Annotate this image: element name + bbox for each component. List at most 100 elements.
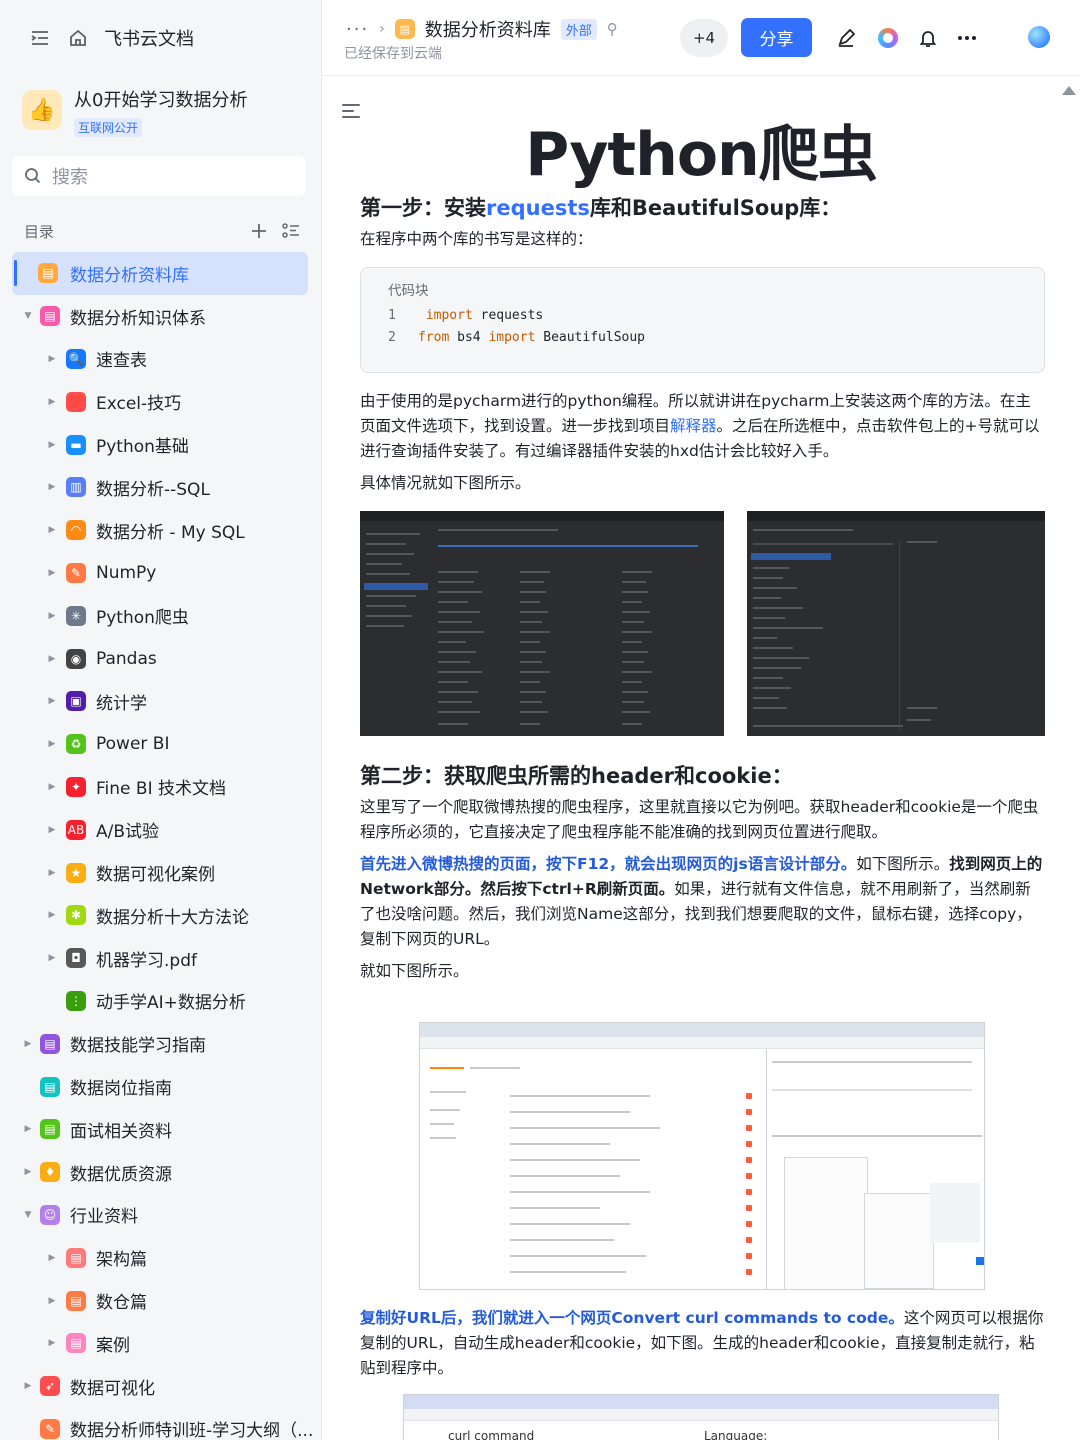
toc-item-label: 数据分析--SQL — [96, 479, 210, 500]
app-title[interactable]: 飞书云文档 — [104, 25, 194, 51]
toc-item[interactable]: ▶ ➶ 数据可视化 — [0, 1365, 321, 1408]
chevron-right-icon[interactable]: ▶ — [46, 909, 58, 921]
chevron-right-icon[interactable]: ▶ — [22, 1038, 34, 1050]
chevron-right-icon[interactable]: ▶ — [46, 567, 58, 579]
add-page-icon[interactable] — [250, 222, 268, 240]
toc-item[interactable]: ▤ 数据分析资料库 — [12, 252, 308, 295]
toc-item[interactable]: ▶ ▤ 案例 — [0, 1322, 321, 1365]
chevron-down-icon[interactable]: ▼ — [22, 1209, 34, 1221]
toc-item-label: Power BI — [96, 734, 170, 755]
chevron-right-icon[interactable]: ▶ — [46, 738, 58, 750]
interpreter-link[interactable]: 解释器 — [670, 417, 717, 435]
toc-item[interactable]: ▶ ▬ Python基础 — [0, 423, 321, 466]
chevron-down-icon[interactable]: ▼ — [22, 310, 34, 322]
user-avatar[interactable] — [1028, 26, 1050, 48]
edit-icon[interactable] — [833, 25, 859, 51]
toc-item[interactable]: ▶ ♦ 数据优质资源 — [0, 1151, 321, 1194]
toc-list-icon[interactable] — [282, 222, 300, 240]
chevron-right-icon[interactable]: ▶ — [46, 824, 58, 836]
step1-heading: 第一步：安装requests库和BeautifulSoup库： — [360, 192, 841, 222]
chevron-right-icon[interactable]: ▶ — [46, 610, 58, 622]
toc-item[interactable]: ▶ ▣ 统计学 — [0, 680, 321, 723]
toc-item-label: Python基础 — [96, 437, 189, 458]
toc-item[interactable]: ⋮ 动手学AI+数据分析 — [0, 980, 321, 1023]
toc-item[interactable]: ▼ ☺ 行业资料 — [0, 1194, 321, 1237]
ab-icon: AB — [66, 819, 86, 840]
toc-item[interactable]: ▶ ✱ 数据分析十大方法论 — [0, 894, 321, 937]
ai-assistant-icon[interactable] — [878, 28, 898, 48]
toc-item[interactable]: ▶ ▤ 数据技能学习指南 — [0, 1022, 321, 1065]
toc-item[interactable]: ▶ ▤ 架构篇 — [0, 1236, 321, 1279]
scroll-up-icon[interactable] — [1062, 86, 1076, 95]
toc-item[interactable]: ▶ 💯 Excel-技巧 — [0, 380, 321, 423]
toc-item-label: 面试相关资料 — [70, 1121, 172, 1142]
robot-icon: ◘ — [66, 948, 86, 969]
toc-item[interactable]: ▶ ◘ 机器学习.pdf — [0, 937, 321, 980]
doc-icon: ▤ — [40, 1076, 60, 1097]
toc-item[interactable]: ▼ ▤ 数据分析知识体系 — [0, 295, 321, 338]
toc-item[interactable]: ▶ ✳ Python爬虫 — [0, 594, 321, 637]
chevron-right-icon[interactable]: ▶ — [46, 1252, 58, 1264]
chevron-right-icon — [22, 1081, 34, 1093]
more-breadcrumb-icon[interactable]: ··· — [346, 19, 369, 40]
toc-item[interactable]: ▤ 数据岗位指南 — [0, 1065, 321, 1108]
chevron-right-icon — [22, 1423, 34, 1435]
chevron-right-icon[interactable]: ▶ — [46, 781, 58, 793]
chevron-right-icon[interactable]: ▶ — [22, 1380, 34, 1392]
sidebar: 飞书云文档 👍 从0开始学习数据分析 互联网公开 搜索 目录 ▤ 数据分析资料库 ▼… — [0, 0, 322, 1440]
pycharm-settings-screenshot — [360, 511, 724, 736]
notification-bell-icon[interactable] — [915, 25, 941, 51]
chevron-right-icon[interactable]: ▶ — [46, 353, 58, 365]
toc-item[interactable]: ✎ 数据分析师特训班-学习大纲（... — [0, 1408, 321, 1440]
toc-item[interactable]: ▶ AB A/B试验 — [0, 808, 321, 851]
chevron-right-icon[interactable]: ▶ — [46, 867, 58, 879]
toc-item[interactable]: ▶ 🔍 速查表 — [0, 338, 321, 381]
search-placeholder: 搜索 — [52, 167, 88, 188]
code-block[interactable]: 代码块 1 import requests 2 from bs4 import B… — [360, 267, 1045, 373]
chevron-right-icon[interactable]: ▶ — [46, 952, 58, 964]
step1-intro: 在程序中两个库的书写是这样的： — [360, 230, 593, 248]
weibo-devtools-screenshot — [419, 1022, 985, 1290]
toc-item[interactable]: ▶ ◉ Pandas — [0, 637, 321, 680]
doc-icon: ▤ — [40, 1033, 60, 1054]
chevron-right-icon[interactable]: ▶ — [46, 481, 58, 493]
doc-icon: ▤ — [394, 19, 415, 39]
bar-chart-icon: ▥ — [66, 477, 86, 498]
toc-item[interactable]: ▶ ▤ 面试相关资料 — [0, 1108, 321, 1151]
toc-item[interactable]: ▶ ✎ NumPy — [0, 552, 321, 595]
toc-item[interactable]: ▶ ◠ 数据分析 - My SQL — [0, 509, 321, 552]
chevron-right-icon[interactable]: ▶ — [46, 1295, 58, 1307]
ghost-icon: ☺ — [40, 1204, 60, 1225]
space-card[interactable]: 👍 从0开始学习数据分析 互联网公开 — [22, 84, 247, 137]
search-input[interactable]: 搜索 — [12, 156, 306, 196]
requests-link[interactable]: requests — [486, 196, 590, 220]
breadcrumb-title[interactable]: 数据分析资料库 — [425, 16, 551, 42]
toc-item-label: Pandas — [96, 648, 157, 669]
sparkle-icon: ✱ — [66, 905, 86, 926]
chevron-right-icon[interactable]: ▶ — [46, 1337, 58, 1349]
chevron-right-icon[interactable]: ▶ — [46, 524, 58, 536]
step1-suffix: 库和BeautifulSoup库： — [589, 196, 842, 220]
collapse-sidebar-icon[interactable] — [28, 26, 52, 50]
toc-item[interactable]: ▶ ★ 数据可视化案例 — [0, 851, 321, 894]
home-icon[interactable] — [66, 26, 90, 50]
toc-item[interactable]: ▶ ▥ 数据分析--SQL — [0, 466, 321, 509]
pin-icon[interactable]: ⚲ — [607, 20, 618, 38]
search-icon — [25, 168, 41, 184]
collaborators-count[interactable]: +4 — [680, 19, 728, 57]
chevron-right-icon[interactable]: ▶ — [46, 439, 58, 451]
chevron-right-icon[interactable]: ▶ — [22, 1166, 34, 1178]
chevron-right-icon[interactable]: ▶ — [46, 695, 58, 707]
toc-item[interactable]: ▶ ▤ 数仓篇 — [0, 1279, 321, 1322]
toc-item[interactable]: ▶ ♻ Power BI — [0, 723, 321, 766]
chevron-right-icon[interactable]: ▶ — [46, 653, 58, 665]
thumbs-up-icon: 👍 — [22, 90, 62, 130]
more-options-icon[interactable] — [954, 25, 980, 51]
step1-prefix: 第一步：安装 — [360, 196, 486, 220]
chevron-right-icon[interactable]: ▶ — [46, 396, 58, 408]
toc-item[interactable]: ▶ ✦ Fine BI 技术文档 — [0, 766, 321, 809]
chevron-right-icon[interactable]: ▶ — [22, 1123, 34, 1135]
toc-item-label: 统计学 — [96, 693, 147, 714]
space-visibility-tag: 互联网公开 — [74, 118, 143, 137]
share-button[interactable]: 分享 — [741, 18, 812, 57]
